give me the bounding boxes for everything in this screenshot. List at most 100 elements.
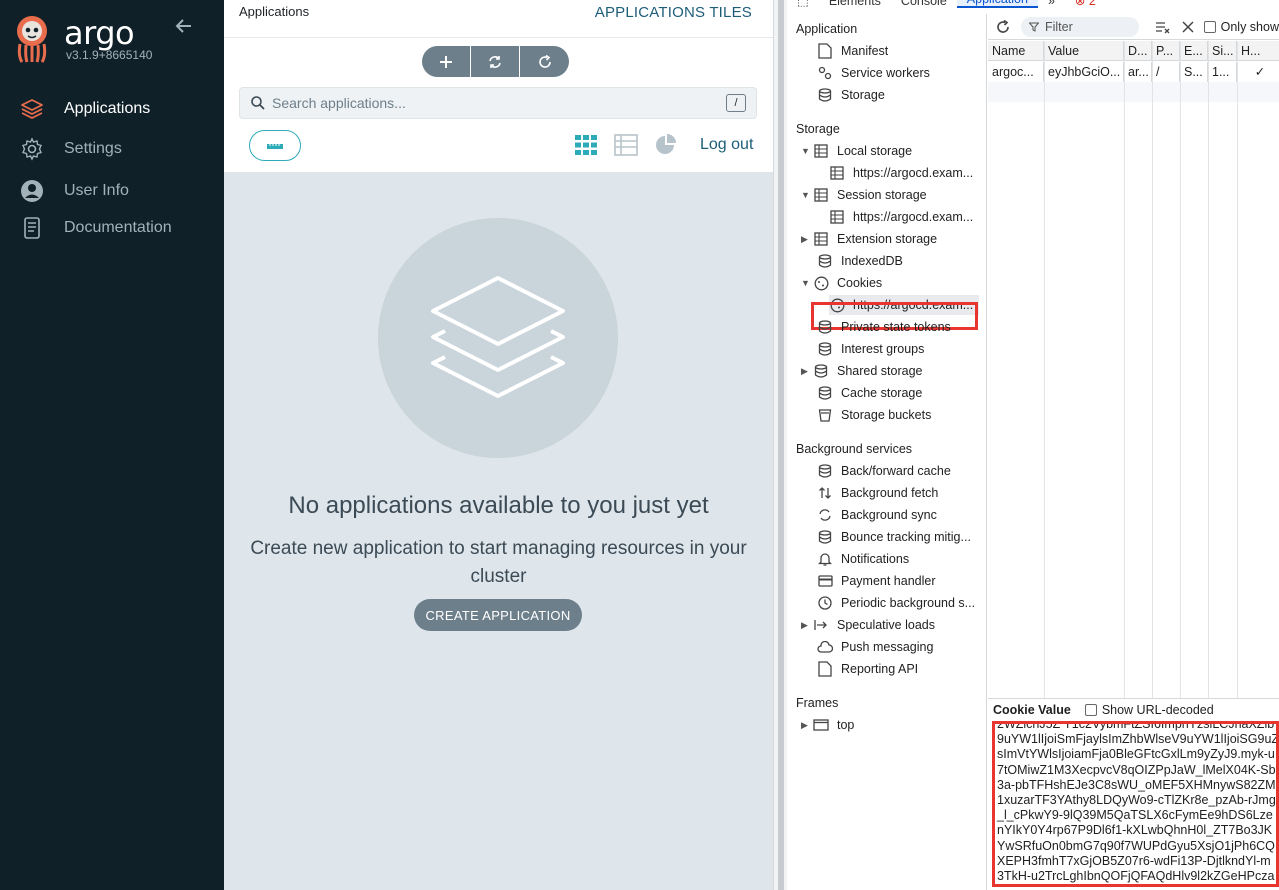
tree-item-local-storage[interactable]: ▼ Local storage (801, 141, 912, 161)
collapsed-triangle-icon[interactable]: ▶ (801, 620, 813, 631)
book-icon (20, 216, 44, 240)
table-icon (813, 143, 829, 159)
tree-item-session-storage[interactable]: ▼ Session storage (801, 185, 927, 205)
main-content: Applications APPLICATIONS TILES / (224, 0, 773, 890)
tree-item-notifications[interactable]: Notifications (817, 549, 909, 569)
filter-input[interactable]: Filter (1020, 16, 1139, 37)
tree-item-bounce-tracking[interactable]: Bounce tracking mitig... (817, 527, 977, 547)
table-icon (829, 209, 845, 225)
section-title-background-services: Background services (796, 442, 913, 456)
column-header-httponly[interactable]: H... (1237, 41, 1279, 61)
sync-icon (489, 55, 501, 68)
tree-item-periodic-background-sync[interactable]: Periodic background s... (817, 593, 977, 613)
tree-item-reporting-api[interactable]: Reporting API (817, 659, 918, 679)
more-tabs-icon[interactable]: » (1038, 0, 1065, 8)
tree-item-speculative-loads[interactable]: ▶ Speculative loads (801, 615, 935, 635)
column-header-size[interactable]: Si... (1208, 41, 1237, 61)
tiles-view-icon[interactable] (574, 133, 598, 157)
delete-selected-icon[interactable] (1178, 17, 1198, 37)
panel-splitter[interactable] (773, 0, 787, 890)
brand-name: argo (64, 14, 135, 52)
new-app-button[interactable] (422, 46, 471, 77)
collapsed-triangle-icon[interactable]: ▶ (801, 720, 813, 731)
show-url-decoded-checkbox[interactable] (1084, 704, 1097, 716)
column-divider (1180, 41, 1181, 698)
nav-item-user-info[interactable]: User Info (20, 177, 129, 205)
cookie-value-line: 2WZlcnJ5Z Y1c2VybmFtZSI6ImpnYzsiLCJhaXZi… (997, 721, 1275, 731)
breadcrumb[interactable]: Applications (239, 4, 309, 19)
search-input[interactable] (272, 95, 726, 111)
database-icon (817, 253, 833, 269)
tree-item-local-storage-origin[interactable]: https://argocd.exam... (829, 163, 979, 183)
tree-item-background-fetch[interactable]: Background fetch (817, 483, 938, 503)
clear-all-icon[interactable] (1153, 17, 1173, 37)
column-header-domain[interactable]: D... (1124, 41, 1152, 61)
column-header-name[interactable]: Name (988, 41, 1044, 61)
nav-item-applications[interactable]: Applications (20, 95, 150, 123)
top-bar: Applications APPLICATIONS TILES / (224, 0, 773, 172)
tree-item-shared-storage[interactable]: ▶ Shared storage (801, 361, 922, 381)
expanded-triangle-icon[interactable]: ▼ (801, 190, 813, 200)
list-view-icon[interactable] (614, 133, 638, 157)
cookie-value-line: 3a-pbTFHshEJe3C8sWU_oMEF5XHMnywS82ZM (997, 777, 1276, 792)
tree-item-push-messaging[interactable]: Push messaging (817, 637, 933, 657)
checkbox[interactable] (1203, 20, 1216, 33)
filters-toggle-button[interactable] (249, 130, 301, 161)
collapse-sidebar-button[interactable] (174, 16, 196, 38)
logout-link[interactable]: Log out (700, 136, 753, 154)
collapsed-triangle-icon[interactable]: ▶ (801, 234, 813, 245)
section-title-frames: Frames (796, 696, 839, 710)
column-header-value[interactable]: Value (1044, 41, 1124, 61)
create-application-button[interactable]: CREATE APPLICATION (414, 599, 582, 631)
tree-item-storage-buckets[interactable]: Storage buckets (817, 405, 931, 425)
tab-elements[interactable]: Elements (819, 0, 891, 8)
tree-item-manifest[interactable]: Manifest (817, 41, 888, 61)
argo-octopus-logo (17, 16, 47, 63)
tree-item-cache-storage[interactable]: Cache storage (817, 383, 922, 403)
cell-domain: ar... (1124, 62, 1152, 82)
tree-item-private-state-tokens[interactable]: Private state tokens (817, 317, 951, 337)
nav-label: Settings (64, 140, 122, 157)
tree-item-indexeddb[interactable]: IndexedDB (817, 251, 903, 271)
tree-item-service-workers[interactable]: Service workers (817, 63, 930, 83)
nav-label: Applications (64, 100, 151, 117)
cell-path: / (1152, 62, 1180, 82)
cookie-value-text[interactable]: 2WZlcnJ5Z Y1c2VybmFtZSI6ImpnYzsiLCJhaXZi… (992, 721, 1279, 887)
column-divider (1237, 41, 1238, 698)
tree-item-storage[interactable]: Storage (817, 85, 885, 105)
tree-item-cookies[interactable]: ▼ Cookies (801, 273, 882, 293)
empty-table-row (988, 82, 1279, 102)
cell-size: 1... (1208, 62, 1237, 82)
tree-item-extension-storage[interactable]: ▶ Extension storage (801, 229, 937, 249)
cookie-value-line: 3TkH-u2TrcLghIbnQOFjQFAQdHlv9l2kZGeHPcza (997, 869, 1275, 884)
expanded-triangle-icon[interactable]: ▼ (801, 146, 813, 156)
tree-item-frame-top[interactable]: ▶ top (801, 715, 854, 735)
column-header-expires[interactable]: E... (1180, 41, 1208, 61)
nav-item-documentation[interactable]: Documentation (20, 214, 172, 242)
tab-application[interactable]: Application (956, 0, 1038, 8)
devtools-inspect-icon[interactable]: ⬚ (787, 0, 819, 8)
tree-item-background-sync[interactable]: Background sync (817, 505, 937, 525)
only-show-issues-checkbox[interactable]: Only show (1203, 20, 1279, 34)
expanded-triangle-icon[interactable]: ▼ (801, 278, 813, 288)
error-count-badge[interactable]: ⊗ 2 (1065, 0, 1106, 8)
refresh-icon[interactable] (993, 17, 1013, 37)
pie-chart-view-icon[interactable] (654, 133, 678, 157)
cookie-value-line: 1xuzarTF3YAthy8LDQyWo9-cTlZKr8e_pzAb-rJm… (997, 793, 1276, 808)
sync-apps-button[interactable] (471, 46, 520, 77)
tree-item-payment-handler[interactable]: Payment handler (817, 571, 936, 591)
tab-console[interactable]: Console (891, 0, 957, 8)
collapsed-triangle-icon[interactable]: ▶ (801, 366, 813, 377)
cookie-value-line: nYIkY0Y4rp67P9Dl6f1-kXLwbQhnH0l_ZT7Bo3JK (997, 823, 1273, 838)
column-divider (1208, 41, 1209, 698)
refresh-apps-button[interactable] (520, 46, 569, 77)
nav-item-settings[interactable]: Settings (20, 135, 122, 163)
column-header-path[interactable]: P... (1152, 41, 1180, 61)
cookie-value-line: YwSRfuOn0bmG7q90f7WUPdGyu5XsjO1jPh6CQ (997, 838, 1275, 853)
table-row[interactable]: argoc... eyJhbGciO... ar... / S... 1... … (988, 62, 1279, 82)
tree-item-session-storage-origin[interactable]: https://argocd.exam... (829, 207, 979, 227)
tree-item-back-forward-cache[interactable]: Back/forward cache (817, 461, 951, 481)
cell-value: eyJhbGciO... (1044, 62, 1124, 82)
tree-item-interest-groups[interactable]: Interest groups (817, 339, 924, 359)
cell-expires: S... (1180, 62, 1208, 82)
